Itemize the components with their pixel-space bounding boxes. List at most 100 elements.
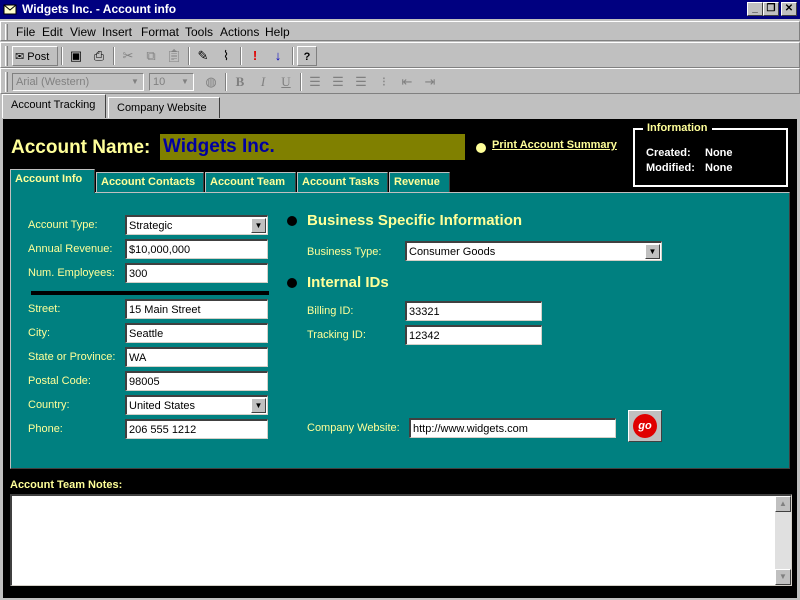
- business-section-heading: Business Specific Information: [307, 212, 523, 229]
- toolbar-separator: [113, 47, 115, 65]
- chevron-down-icon: ▼: [181, 77, 189, 86]
- menu-edit[interactable]: Edit: [42, 25, 63, 39]
- modified-label: Modified:: [646, 162, 695, 174]
- menu-help[interactable]: Help: [265, 25, 290, 39]
- account-type-select[interactable]: Strategic ▼: [125, 215, 268, 235]
- tab-account-tasks[interactable]: Account Tasks: [297, 172, 388, 192]
- toolbar-separator: [188, 47, 190, 65]
- copy-icon[interactable]: ⧉: [140, 46, 162, 66]
- toolbar-separator: [292, 47, 294, 65]
- phone-field[interactable]: 206 555 1212: [125, 419, 268, 439]
- bullets-icon[interactable]: ⁝: [373, 72, 395, 92]
- tab-account-team[interactable]: Account Team: [205, 172, 296, 192]
- insert-item-icon[interactable]: ✎: [192, 46, 214, 66]
- tab-account-info[interactable]: Account Info: [10, 169, 95, 193]
- business-type-select[interactable]: Consumer Goods ▼: [405, 241, 662, 261]
- street-label: Street:: [28, 303, 61, 315]
- menu-bar: File Edit View Insert Format Tools Actio…: [0, 21, 800, 41]
- chevron-down-icon[interactable]: ▼: [251, 398, 266, 413]
- num-employees-field[interactable]: 300: [125, 263, 268, 283]
- toolbar-grip[interactable]: [5, 46, 8, 66]
- state-field[interactable]: WA: [125, 347, 268, 367]
- tracking-id-label: Tracking ID:: [307, 329, 366, 341]
- font-select[interactable]: Arial (Western) ▼: [12, 73, 144, 91]
- standard-toolbar: ✉ Post ▣ ⎙ ✂ ⧉ 📋︎ ✎ ⌇ ! ↓ ?: [0, 42, 800, 68]
- font-size-select[interactable]: 10 ▼: [149, 73, 194, 91]
- postal-code-label: Postal Code:: [28, 375, 91, 387]
- modified-value: None: [705, 162, 733, 174]
- decrease-indent-icon[interactable]: ⇤: [396, 72, 418, 92]
- envelope-icon[interactable]: [3, 2, 17, 16]
- align-left-icon[interactable]: ☰: [304, 72, 326, 92]
- company-website-field[interactable]: http://www.widgets.com: [409, 418, 616, 438]
- account-form: Account Name: Widgets Inc. Print Account…: [3, 119, 797, 598]
- toolbar-grip[interactable]: [5, 72, 8, 92]
- restore-button[interactable]: ❐: [763, 2, 779, 16]
- account-type-label: Account Type:: [28, 219, 98, 231]
- chevron-down-icon[interactable]: ▼: [645, 244, 660, 259]
- country-select[interactable]: United States ▼: [125, 395, 268, 415]
- save-icon[interactable]: ▣: [65, 46, 87, 66]
- billing-id-field[interactable]: 33321: [405, 301, 542, 321]
- post-button[interactable]: ✉ Post: [12, 46, 58, 66]
- print-account-summary-link[interactable]: Print Account Summary: [492, 139, 617, 151]
- created-label: Created:: [646, 147, 691, 159]
- cut-icon[interactable]: ✂: [117, 46, 139, 66]
- tab-revenue[interactable]: Revenue: [389, 172, 450, 192]
- notes-scrollbar[interactable]: ▲ ▼: [775, 496, 791, 585]
- low-importance-icon[interactable]: ↓: [267, 46, 289, 66]
- chevron-down-icon: ▼: [131, 77, 139, 86]
- help-icon[interactable]: ?: [297, 46, 317, 66]
- billing-id-label: Billing ID:: [307, 305, 354, 317]
- annual-revenue-field[interactable]: $10,000,000: [125, 239, 268, 259]
- country-label: Country:: [28, 399, 70, 411]
- menu-grip[interactable]: [5, 24, 8, 40]
- city-label: City:: [28, 327, 50, 339]
- post-label: Post: [27, 51, 50, 63]
- window-title: Widgets Inc. - Account info: [22, 2, 177, 16]
- align-right-icon[interactable]: ☰: [350, 72, 372, 92]
- street-field[interactable]: 15 Main Street: [125, 299, 268, 319]
- font-color-icon[interactable]: ◍: [200, 72, 222, 92]
- page-tabs: Account Tracking Company Website: [0, 94, 800, 118]
- internal-ids-heading: Internal IDs: [307, 274, 389, 291]
- underline-icon[interactable]: U: [275, 72, 297, 92]
- attachment-icon[interactable]: ⌇: [215, 46, 237, 66]
- font-size-value: 10: [153, 76, 166, 88]
- city-field[interactable]: Seattle: [125, 323, 268, 343]
- scroll-down-icon[interactable]: ▼: [775, 569, 791, 585]
- account-name-field[interactable]: Widgets Inc.: [160, 134, 465, 160]
- scroll-up-icon[interactable]: ▲: [775, 496, 791, 512]
- menu-actions[interactable]: Actions: [220, 25, 259, 39]
- menu-view[interactable]: View: [70, 25, 96, 39]
- chevron-down-icon[interactable]: ▼: [251, 218, 266, 233]
- account-team-notes-textarea[interactable]: ▲ ▼: [10, 494, 792, 586]
- tab-account-tracking[interactable]: Account Tracking: [2, 94, 106, 118]
- tab-account-contacts[interactable]: Account Contacts: [96, 172, 204, 192]
- menu-tools[interactable]: Tools: [185, 25, 213, 39]
- bold-icon[interactable]: B: [229, 72, 251, 92]
- bullet-icon: [476, 143, 486, 153]
- toolbar-separator: [225, 73, 227, 91]
- created-value: None: [705, 147, 733, 159]
- minimize-button[interactable]: _: [747, 2, 763, 16]
- formatting-toolbar: Arial (Western) ▼ 10 ▼ ◍ B I U ☰ ☰ ☰ ⁝ ⇤…: [0, 68, 800, 94]
- menu-insert[interactable]: Insert: [102, 25, 132, 39]
- align-center-icon[interactable]: ☰: [327, 72, 349, 92]
- title-bar: Widgets Inc. - Account info _ ❐ ✕: [0, 0, 800, 19]
- print-icon[interactable]: ⎙: [88, 46, 110, 66]
- phone-label: Phone:: [28, 423, 63, 435]
- postal-code-field[interactable]: 98005: [125, 371, 268, 391]
- state-label: State or Province:: [28, 351, 116, 363]
- toolbar-separator: [61, 47, 63, 65]
- increase-indent-icon[interactable]: ⇥: [419, 72, 441, 92]
- close-button[interactable]: ✕: [781, 2, 797, 16]
- menu-file[interactable]: File: [16, 25, 35, 39]
- go-button[interactable]: go: [628, 410, 662, 442]
- paste-icon[interactable]: 📋︎: [163, 46, 185, 66]
- italic-icon[interactable]: I: [252, 72, 274, 92]
- tab-company-website[interactable]: Company Website: [108, 97, 220, 118]
- tracking-id-field[interactable]: 12342: [405, 325, 542, 345]
- high-importance-icon[interactable]: !: [244, 46, 266, 66]
- menu-format[interactable]: Format: [141, 25, 179, 39]
